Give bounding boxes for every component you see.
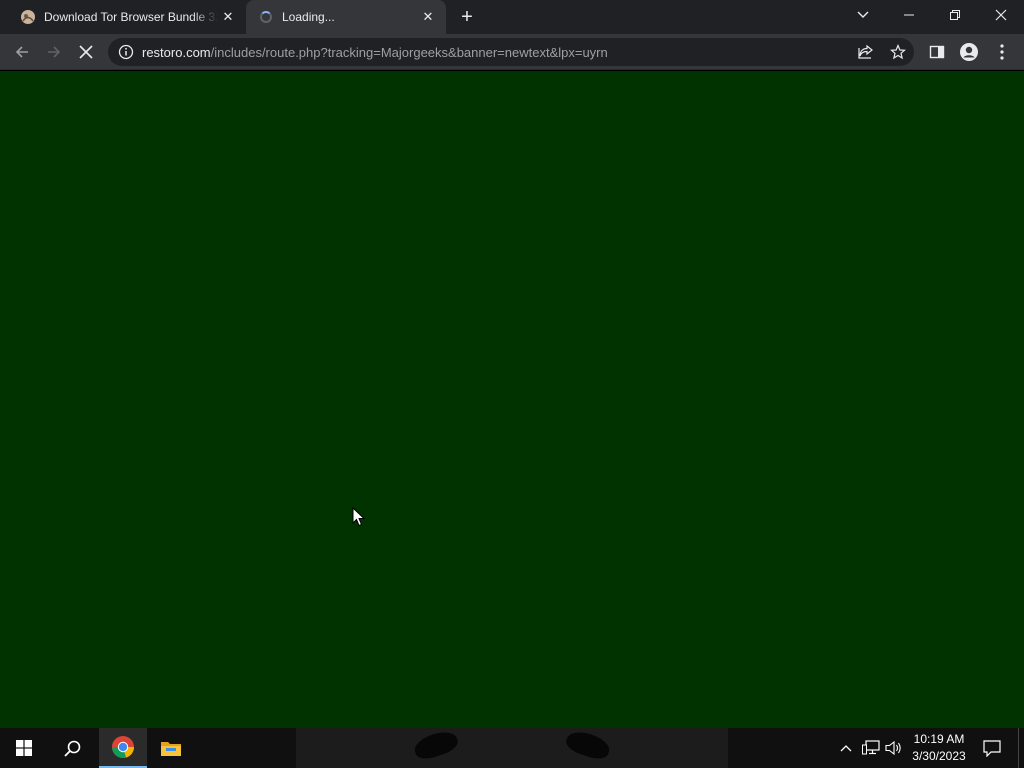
side-panel-icon[interactable] [923, 38, 951, 66]
chevron-up-icon[interactable] [836, 728, 856, 768]
tab-close-icon[interactable]: ✕ [418, 7, 438, 27]
site-info-icon[interactable] [118, 44, 134, 60]
profile-avatar-icon[interactable] [955, 38, 983, 66]
windows-taskbar: 10:19 AM 3/30/2023 [0, 728, 1024, 768]
new-tab-button[interactable]: + [455, 6, 479, 28]
network-icon[interactable] [860, 728, 882, 768]
mouse-cursor-icon [352, 507, 366, 527]
address-bar[interactable]: restoro.com/includes/route.php?tracking=… [108, 38, 914, 66]
tab-loading[interactable]: Loading... ✕ [246, 0, 446, 34]
browser-toolbar: restoro.com/includes/route.php?tracking=… [0, 34, 1024, 70]
url-path: /includes/route.php?tracking=Majorgeeks&… [210, 44, 608, 60]
close-window-icon[interactable] [978, 0, 1024, 30]
chrome-icon[interactable] [99, 728, 147, 768]
share-icon[interactable] [852, 38, 880, 66]
window-thumbnail-preview [296, 728, 728, 768]
tab-strip: Download Tor Browser Bundle 32 ✕ Loading… [0, 0, 1024, 34]
show-desktop-button[interactable] [1018, 728, 1024, 768]
url-host: restoro.com [142, 44, 211, 60]
tab-tor-download[interactable]: Download Tor Browser Bundle 32 ✕ [8, 0, 246, 34]
url-text: restoro.com/includes/route.php?tracking=… [142, 45, 608, 60]
volume-icon[interactable] [884, 728, 904, 768]
forward-arrow-icon[interactable] [40, 38, 68, 66]
kebab-menu-icon[interactable] [988, 38, 1016, 66]
notification-center-icon[interactable] [978, 728, 1006, 768]
page-content[interactable] [0, 71, 1024, 728]
restore-icon[interactable] [932, 0, 978, 30]
minimize-icon[interactable] [886, 0, 932, 30]
windows-start-icon[interactable] [0, 728, 48, 768]
tab-title: Download Tor Browser Bundle 32 [44, 10, 218, 24]
majorgeeks-favicon [21, 10, 35, 24]
bookmark-star-icon[interactable] [884, 38, 912, 66]
back-arrow-icon[interactable] [8, 38, 36, 66]
taskbar-clock[interactable]: 10:19 AM 3/30/2023 [906, 731, 972, 765]
tab-title: Loading... [282, 10, 335, 24]
tab-close-icon[interactable]: ✕ [218, 7, 238, 27]
stop-loading-icon[interactable] [72, 38, 100, 66]
clock-date: 3/30/2023 [912, 749, 966, 763]
file-explorer-icon[interactable] [147, 728, 195, 768]
clock-time: 10:19 AM [913, 732, 965, 746]
search-icon[interactable] [48, 728, 96, 768]
loading-spinner-icon [258, 9, 274, 25]
tab-search-icon[interactable] [840, 0, 886, 30]
